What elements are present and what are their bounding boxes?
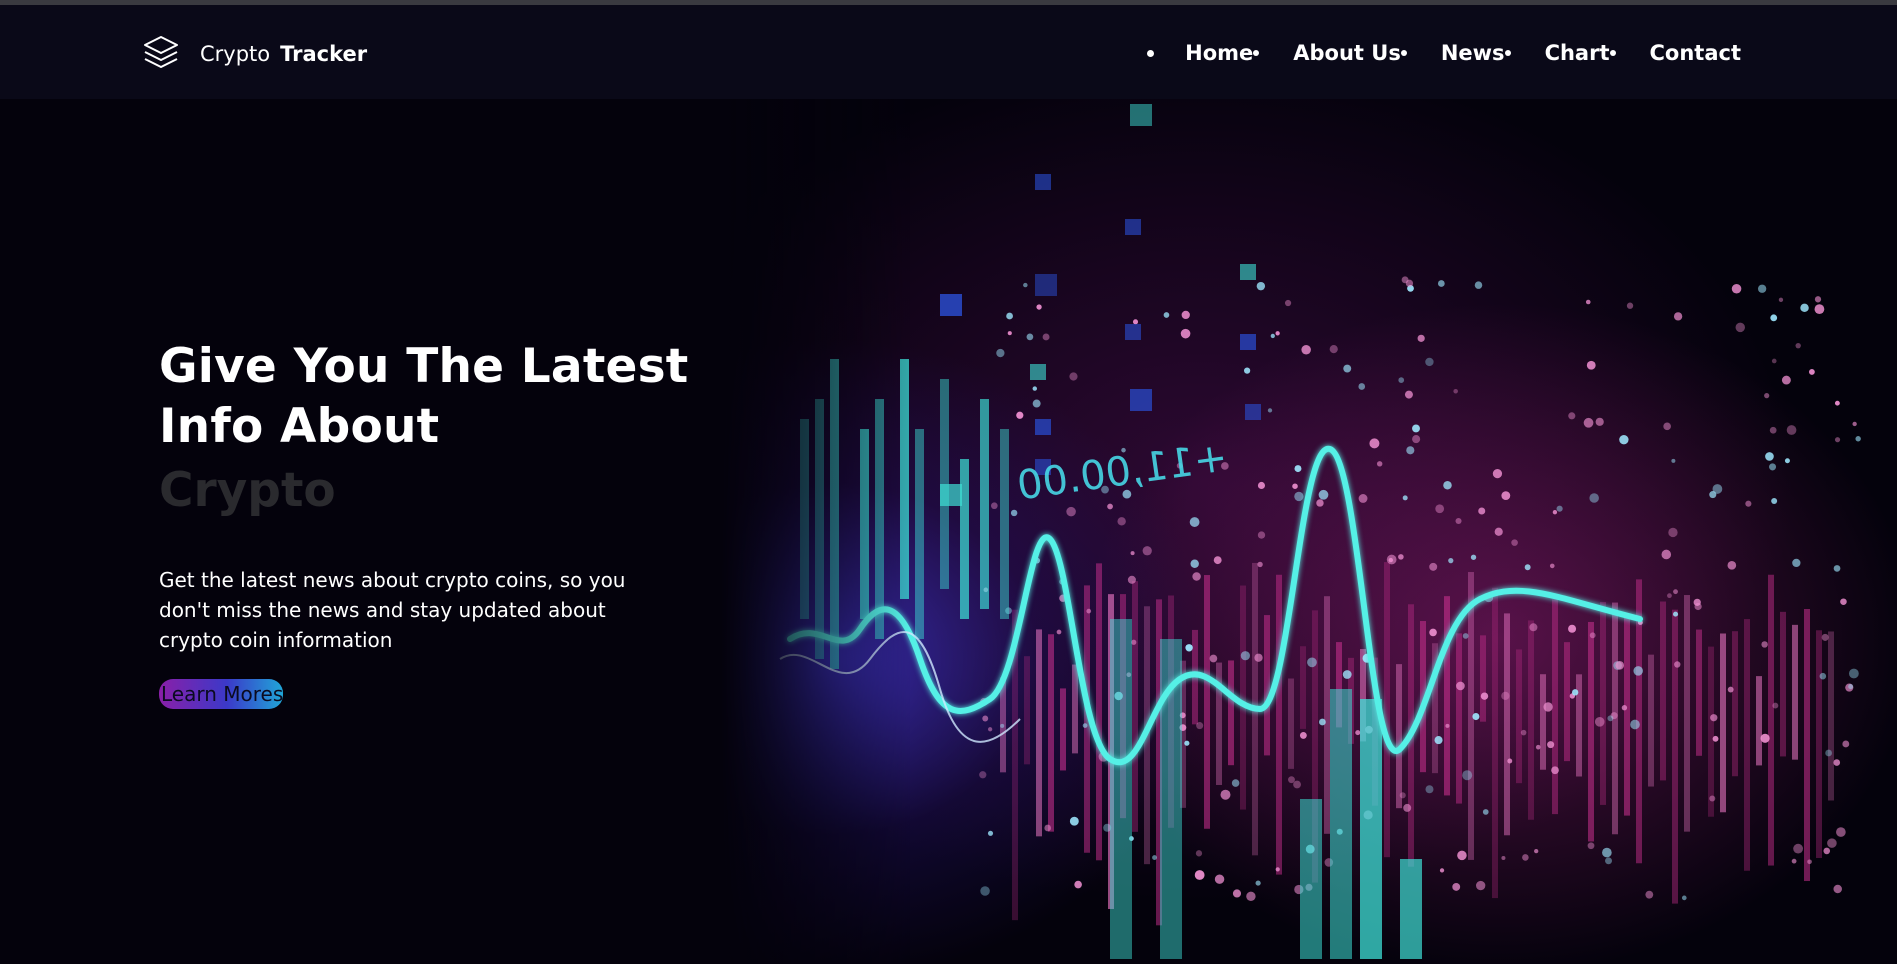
nav-bullet — [1400, 50, 1407, 56]
main-nav: Home About Us News Chart Contact — [1147, 41, 1741, 65]
hero-title-line1: Give You The Latest — [159, 339, 689, 394]
nav-label: Home — [1185, 41, 1254, 65]
brand-name-bold: Tracker — [280, 42, 368, 66]
hero-title: Give You The Latest Info About — [159, 337, 688, 457]
nav-item-news[interactable]: News — [1441, 41, 1511, 65]
layers-icon — [144, 36, 178, 68]
nav-bullet — [1609, 50, 1616, 56]
hero-section: +11,00.00 Give You The Latest Info About… — [0, 99, 1897, 964]
hero-title-line2: Info About — [159, 399, 440, 454]
learn-more-button[interactable]: Learn Mores — [159, 679, 283, 709]
nav-bullet — [1253, 50, 1260, 56]
nav-label: News — [1440, 41, 1505, 65]
hero-copy: Give You The Latest Info About Crypto Ge… — [159, 337, 688, 709]
hero-description: Get the latest news about crypto coins, … — [159, 568, 626, 652]
nav-label: Chart — [1544, 41, 1610, 65]
brand-logo[interactable]: Crypto Tracker — [140, 33, 367, 75]
nav-item-about-us[interactable]: About Us — [1293, 41, 1407, 65]
nav-label: About Us — [1293, 41, 1401, 65]
nav-bullet — [1504, 50, 1511, 56]
nav-label: Contact — [1649, 41, 1742, 65]
nav-bullet — [1147, 49, 1155, 57]
brand-name-light: Crypto — [200, 42, 271, 66]
nav-item-home[interactable]: Home — [1185, 41, 1260, 65]
nav-item-chart[interactable]: Chart — [1545, 41, 1616, 65]
site-header: Crypto Tracker Home About Us News Chart … — [0, 5, 1897, 99]
hero-rotating-word: Crypto — [159, 463, 336, 518]
nav-item-contact[interactable]: Contact — [1650, 41, 1742, 65]
